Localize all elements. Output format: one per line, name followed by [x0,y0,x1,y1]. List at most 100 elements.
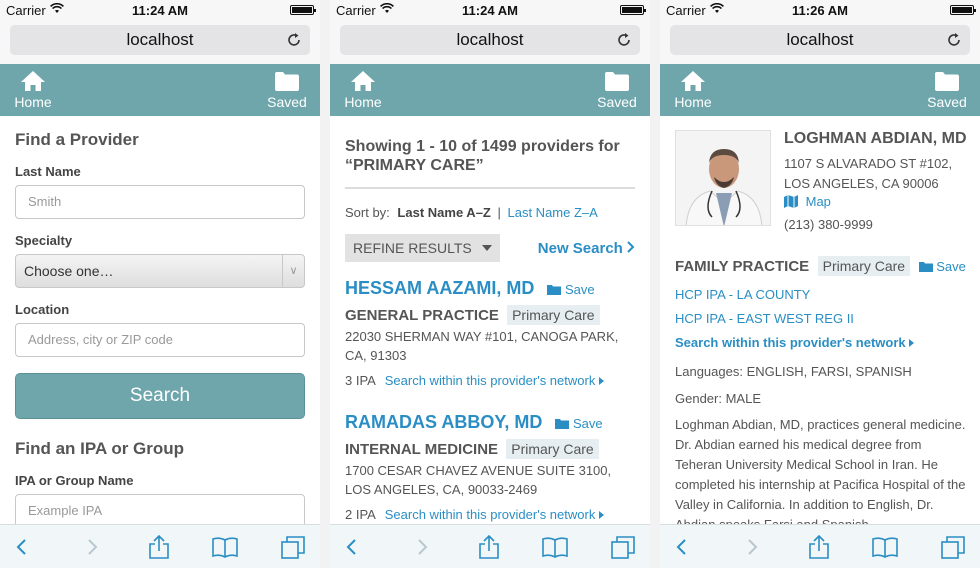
map-link[interactable]: Map [784,194,970,209]
nav-home[interactable]: Home [668,70,718,110]
nav-home[interactable]: Home [338,70,388,110]
address-line-2: LOS ANGELES, CA 90006 [784,176,939,191]
tabs-icon[interactable] [940,534,966,560]
new-search-link[interactable]: New Search [538,240,635,257]
provider-address: 1107 S ALVARADO ST #102, LOS ANGELES, CA… [784,154,970,194]
search-button[interactable]: Search [15,373,305,419]
ipa-count: 2 IPA [345,507,376,522]
provider-bio: Loghman Abdian, MD, practices general me… [675,417,966,524]
provider-phone[interactable]: (213) 380-9999 [784,217,970,232]
provider-card: HESSAM AAZAMI, MD Save GENERAL PRACTICE … [345,278,635,388]
bookmarks-icon[interactable] [872,534,898,560]
phone-screen-find-provider: Carrier 11:24 AM localhost Home Saved Fi… [0,0,320,568]
last-name-input[interactable]: Smith [15,185,305,219]
provider-specialty: GENERAL PRACTICE [345,307,499,324]
tabs-icon[interactable] [610,534,636,560]
save-button[interactable]: Save [918,259,966,274]
app-nav-bar: Home Saved [0,64,320,116]
phone-screen-provider-detail: Carrier 11:26 AM localhost Home Saved LO… [660,0,980,568]
status-bar: Carrier 11:24 AM [0,0,320,20]
new-search-label: New Search [537,240,623,257]
reload-icon[interactable] [616,32,632,48]
url-text: localhost [456,30,524,49]
provider-name[interactable]: RAMADAS ABBOY, MD [345,412,542,432]
provider-name[interactable]: HESSAM AAZAMI, MD [345,278,534,298]
folder-icon [275,72,299,91]
bookmarks-icon[interactable] [542,534,568,560]
save-button[interactable]: Save [555,416,603,431]
location-input[interactable]: Address, city or ZIP code [15,323,305,357]
refine-results-label: REFINE RESULTS [353,240,472,256]
provider-photo [675,130,771,226]
bookmarks-icon[interactable] [212,534,238,560]
share-icon[interactable] [146,534,172,560]
find-provider-form: Find a Provider Last Name Smith Specialt… [0,116,320,524]
url-bar-container: localhost [330,20,650,64]
provider-info: LOGHMAN ABDIAN, MD 1107 S ALVARADO ST #1… [784,130,970,232]
ipa-name-placeholder: Example IPA [28,503,103,518]
network-search-link[interactable]: Search within this provider's network [675,335,970,350]
forward-icon[interactable] [738,534,764,560]
ipa-row: 3 IPA Search within this provider's netw… [345,373,635,388]
reload-icon[interactable] [286,32,302,48]
forward-icon[interactable] [408,534,434,560]
address-bar[interactable]: localhost [340,25,640,55]
location-label: Location [15,302,70,317]
provider-languages: Languages: ENGLISH, FARSI, SPANISH [675,364,912,379]
sort-by-label: Sort by: [345,205,390,220]
folder-icon [605,72,629,91]
home-icon [21,71,45,91]
nav-saved[interactable]: Saved [922,70,972,110]
share-icon[interactable] [806,534,832,560]
provider-address: 1700 CESAR CHAVEZ AVENUE SUITE 3100, LOS… [345,463,612,497]
browser-toolbar [330,524,650,568]
network-search-link[interactable]: Search within this provider's network [385,507,604,522]
ipa-name-input[interactable]: Example IPA [15,494,305,524]
provider-detail: LOGHMAN ABDIAN, MD 1107 S ALVARADO ST #1… [660,116,980,524]
browser-toolbar [0,524,320,568]
chevron-down-icon: ∨ [282,255,304,287]
sort-option-active[interactable]: Last Name A–Z [397,205,490,220]
save-button[interactable]: Save [547,282,595,297]
back-icon[interactable] [340,534,366,560]
nav-saved[interactable]: Saved [592,70,642,110]
save-label: Save [572,416,603,431]
refine-row: REFINE RESULTS New Search [345,234,635,262]
refine-results-button[interactable]: REFINE RESULTS [345,234,500,262]
address-bar[interactable]: localhost [670,25,970,55]
clock: 11:24 AM [132,3,188,18]
nav-saved-label: Saved [267,94,307,110]
caret-right-icon [598,377,604,385]
specialty-select[interactable]: Choose one… ∨ [15,254,305,288]
provider-name-row: HESSAM AAZAMI, MD Save [345,278,635,299]
address-bar[interactable]: localhost [10,25,310,55]
primary-care-tag: Primary Care [507,305,600,325]
reload-icon[interactable] [946,32,962,48]
nav-saved[interactable]: Saved [262,70,312,110]
app-nav-bar: Home Saved [330,64,650,116]
ipa-link-la-county[interactable]: HCP IPA - LA COUNTY [675,287,970,302]
folder-icon [547,285,562,295]
tabs-icon[interactable] [280,534,306,560]
caret-right-icon [598,511,604,519]
share-icon[interactable] [476,534,502,560]
sort-option-z-a[interactable]: Last Name Z–A [508,205,598,220]
network-search-link[interactable]: Search within this provider's network [385,373,604,388]
save-label: Save [936,259,966,274]
nav-home[interactable]: Home [8,70,58,110]
browser-toolbar [660,524,980,568]
back-icon[interactable] [10,534,36,560]
find-ipa-title: Find an IPA or Group [15,439,185,458]
back-icon[interactable] [670,534,696,560]
network-search-label: Search within this provider's network [384,507,596,522]
specialty-label: Specialty [15,233,73,248]
save-label: Save [564,282,595,297]
chevron-right-icon [627,241,635,253]
clock: 11:24 AM [462,3,518,18]
forward-icon[interactable] [78,534,104,560]
nav-home-label: Home [344,94,382,110]
folder-icon [935,72,959,91]
ipa-link-east-west[interactable]: HCP IPA - EAST WEST REG II [675,311,970,326]
url-text: localhost [126,30,194,49]
status-bar: Carrier 11:26 AM [660,0,980,20]
